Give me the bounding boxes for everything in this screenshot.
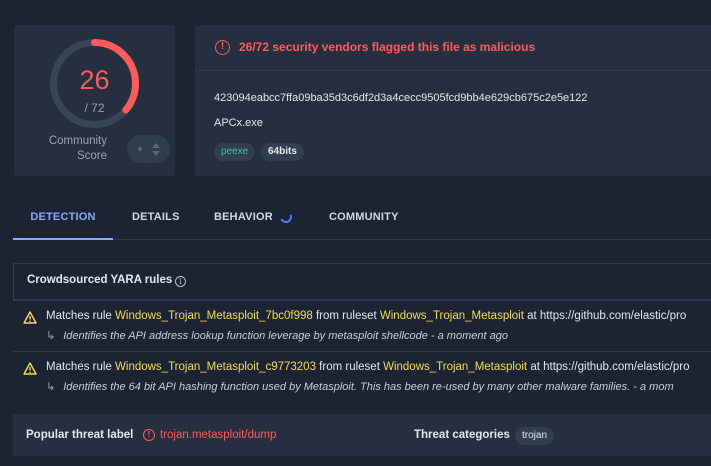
rule-description-text: Identifies the 64 bit API hashing functi… <box>63 381 674 393</box>
warning-icon <box>23 362 37 375</box>
rule-description-text: Identifies the API address lookup functi… <box>63 330 508 342</box>
ruleset-source[interactable]: at https://github.com/elastic/pro <box>527 361 689 373</box>
file-info-card: ! 26/72 security vendors flagged this fi… <box>195 25 711 176</box>
loading-spinner-icon <box>278 209 294 225</box>
file-name: APCx.exe <box>214 117 263 129</box>
detection-gauge: 26 / 72 <box>48 37 141 130</box>
threat-category-tag[interactable]: trojan <box>515 427 555 445</box>
detection-total: / 72 <box>84 101 105 115</box>
tab-community[interactable]: COMMUNITY <box>329 200 399 240</box>
yara-rule-match: Matches rule Windows_Trojan_Metasploit_7… <box>46 310 686 322</box>
sub-arrow-icon: ↳ <box>46 381 56 393</box>
alert-icon: ! <box>215 40 230 55</box>
detection-alert-bar: ! 26/72 security vendors flagged this fi… <box>195 25 711 71</box>
sub-arrow-icon: ↳ <box>46 330 56 342</box>
tag-peexe[interactable]: peexe <box>214 143 256 161</box>
yara-rule-row: Matches rule Windows_Trojan_Metasploit_7… <box>13 300 711 350</box>
ruleset-link[interactable]: Windows_Trojan_Metasploit <box>380 310 524 322</box>
file-hash[interactable]: 423094eabcc7ffa09ba35d3c6df2d3a4cecc9505… <box>214 92 588 104</box>
downvote-icon[interactable] <box>152 151 160 156</box>
popular-threat-label-title: Popular threat label <box>26 429 134 441</box>
info-icon[interactable]: i <box>175 276 186 287</box>
threat-label-bar: Popular threat label ! trojan.metasploit… <box>13 414 711 456</box>
rule-name-link[interactable]: Windows_Trojan_Metasploit_7bc0f998 <box>115 310 313 322</box>
community-vote-control[interactable] <box>127 135 170 163</box>
upvote-icon[interactable] <box>152 143 160 148</box>
threat-alert-icon: ! <box>143 429 155 441</box>
report-tabs: DETECTION DETAILS BEHAVIOR COMMUNITY <box>13 200 711 240</box>
yara-rules-header: Crowdsourced YARA rules i <box>13 263 711 300</box>
yara-rules-title: Crowdsourced YARA rules <box>27 274 173 286</box>
tab-behavior[interactable]: BEHAVIOR <box>214 200 273 240</box>
yara-rule-description: ↳ Identifies the 64 bit API hashing funct… <box>46 380 674 393</box>
rule-prefix: Matches rule <box>46 361 116 373</box>
threat-categories-title: Threat categories <box>414 429 510 441</box>
tab-details[interactable]: DETAILS <box>132 200 180 240</box>
detection-alert-text: 26/72 security vendors flagged this file… <box>239 40 536 54</box>
ruleset-prefix: from ruleset <box>312 310 380 322</box>
ruleset-source[interactable]: at https://github.com/elastic/pro <box>524 310 686 322</box>
tab-detection[interactable]: DETECTION <box>13 200 113 240</box>
community-score-card: 26 / 72 Community Score <box>14 25 175 176</box>
ruleset-link[interactable]: Windows_Trojan_Metasploit <box>383 361 527 373</box>
rule-prefix: Matches rule <box>46 310 116 322</box>
yara-rule-row: Matches rule Windows_Trojan_Metasploit_c… <box>13 351 711 401</box>
community-score-label: Community Score <box>48 135 107 162</box>
rule-name-link[interactable]: Windows_Trojan_Metasploit_c9773203 <box>115 361 316 373</box>
tag-64bits[interactable]: 64bits <box>261 143 304 161</box>
detection-count: 26 <box>79 65 110 95</box>
yara-rule-match: Matches rule Windows_Trojan_Metasploit_c… <box>46 361 689 373</box>
vote-dot-icon <box>138 147 142 151</box>
yara-rule-description: ↳ Identifies the API address lookup funct… <box>46 329 508 342</box>
popular-threat-label-value[interactable]: trojan.metasploit/dump <box>160 429 276 441</box>
warning-icon <box>23 311 37 324</box>
ruleset-prefix: from ruleset <box>315 361 384 373</box>
